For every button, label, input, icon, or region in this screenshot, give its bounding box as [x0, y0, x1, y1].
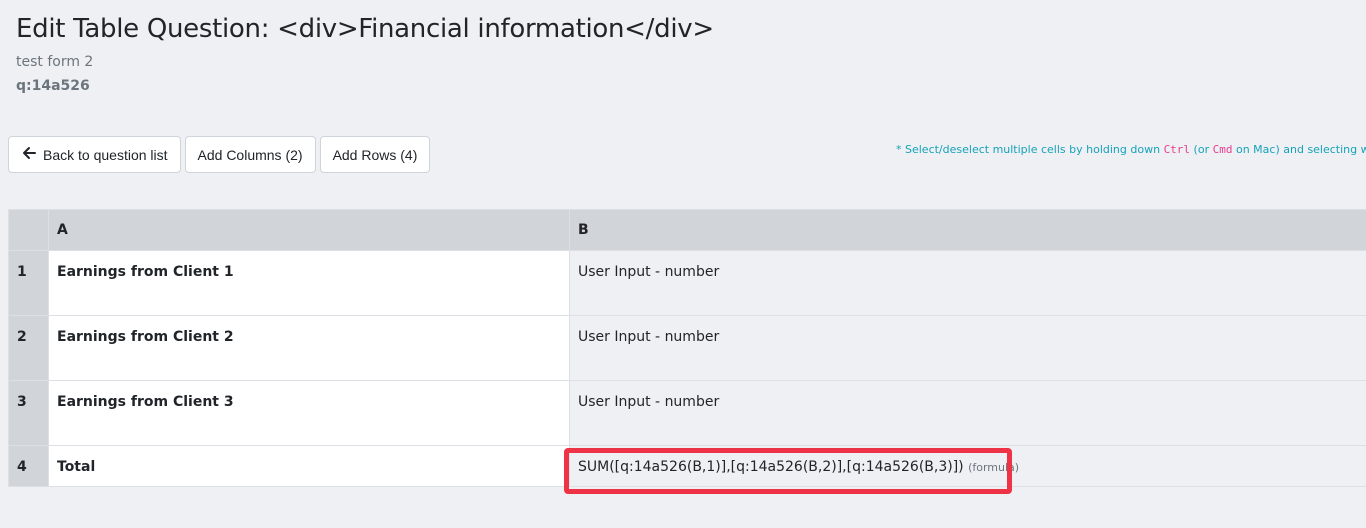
add-columns-button[interactable]: Add Columns (2) [184, 136, 316, 173]
hint-text-1: * Select/deselect multiple cells by hold… [896, 143, 1164, 156]
cell-b2[interactable]: User Input - number [569, 315, 1366, 381]
row-header-1[interactable]: 1 [8, 250, 49, 316]
column-header-a[interactable]: A [48, 209, 570, 251]
table-row: 1 Earnings from Client 1 User Input - nu… [8, 250, 1366, 316]
add-rows-button[interactable]: Add Rows (4) [319, 136, 431, 173]
question-table: A B 1 Earnings from Client 1 User Input … [8, 209, 1366, 494]
row-header-2[interactable]: 2 [8, 315, 49, 381]
back-to-question-list-button[interactable]: Back to question list [8, 136, 181, 173]
formula-text: SUM([q:14a526(B,1)],[q:14a526(B,2)],[q:1… [578, 459, 964, 475]
multi-select-hint: * Select/deselect multiple cells by hold… [896, 143, 1366, 156]
corner-cell [8, 209, 49, 251]
hint-key-ctrl: Ctrl [1163, 143, 1191, 156]
table-row: 4 Total SUM([q:14a526(B,1)],[q:14a526(B,… [8, 445, 1366, 494]
table-row: 2 Earnings from Client 2 User Input - nu… [8, 315, 1366, 381]
table-row: 3 Earnings from Client 3 User Input - nu… [8, 380, 1366, 446]
cell-b1[interactable]: User Input - number [569, 250, 1366, 316]
arrow-left-icon [21, 146, 37, 163]
cell-a2[interactable]: Earnings from Client 2 [48, 315, 570, 381]
column-header-b[interactable]: B [569, 209, 1366, 251]
page-title: Edit Table Question: <div>Financial info… [16, 14, 714, 44]
cell-b4[interactable]: SUM([q:14a526(B,1)],[q:14a526(B,2)],[q:1… [564, 445, 1366, 494]
toolbar: Back to question list Add Columns (2) Ad… [8, 136, 431, 173]
form-name: test form 2 [16, 54, 94, 70]
cell-b3[interactable]: User Input - number [569, 380, 1366, 446]
cell-a3[interactable]: Earnings from Client 3 [48, 380, 570, 446]
hint-key-cmd: Cmd [1212, 143, 1233, 156]
hint-text-2: (or [1190, 143, 1213, 156]
back-button-label: Back to question list [43, 146, 168, 163]
row-header-3[interactable]: 3 [8, 380, 49, 446]
hint-text-3: on Mac) and selecting with [1235, 143, 1366, 156]
page: Edit Table Question: <div>Financial info… [0, 0, 1366, 528]
formula-cell-content: SUM([q:14a526(B,1)],[q:14a526(B,2)],[q:1… [564, 448, 1358, 494]
question-id: q:14a526 [16, 78, 90, 94]
cell-a1[interactable]: Earnings from Client 1 [48, 250, 570, 316]
row-header-4[interactable]: 4 [8, 445, 49, 487]
column-header-row: A B [8, 209, 1366, 251]
cell-a4[interactable]: Total [48, 445, 570, 487]
formula-tag: (formula) [968, 461, 1020, 474]
